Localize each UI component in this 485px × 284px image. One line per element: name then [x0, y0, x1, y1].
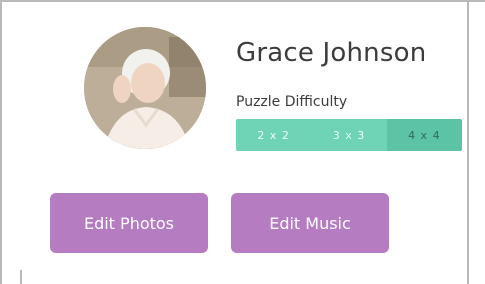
- avatar-photo-icon: [84, 27, 206, 149]
- difficulty-segmented-control: 2 x 2 3 x 3 4 x 4: [236, 119, 462, 151]
- avatar: [84, 27, 206, 149]
- difficulty-option-4x4[interactable]: 4 x 4: [386, 119, 462, 151]
- panel-divider: [467, 2, 469, 284]
- edit-photos-button[interactable]: Edit Photos: [50, 193, 208, 253]
- profile-name: Grace Johnson: [236, 38, 427, 68]
- puzzle-difficulty-label: Puzzle Difficulty: [236, 94, 348, 110]
- edit-music-button[interactable]: Edit Music: [231, 193, 389, 253]
- difficulty-option-3x3[interactable]: 3 x 3: [311, 119, 386, 151]
- panel-corner: [20, 270, 22, 284]
- difficulty-option-2x2[interactable]: 2 x 2: [236, 119, 311, 151]
